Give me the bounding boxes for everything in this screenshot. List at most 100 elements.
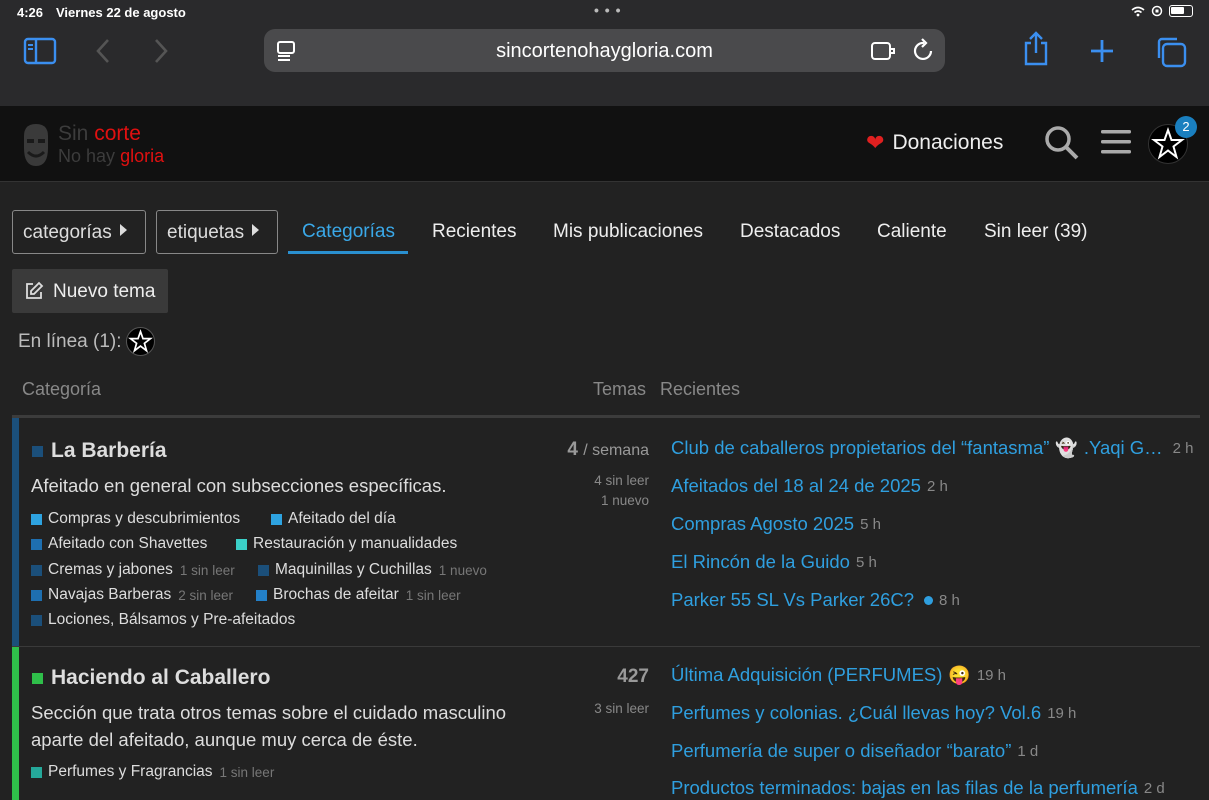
subcategory-name[interactable]: Maquinillas y Cuchillas [275, 561, 432, 579]
topic-title-suffix[interactable]: .Yaqi G… [1084, 437, 1163, 459]
category-name[interactable]: Haciendo al Caballero [51, 666, 270, 690]
recent-topic[interactable]: Afeitados del 18 al 24 de 2025 2 h [671, 475, 948, 497]
share-icon[interactable] [1022, 31, 1050, 67]
subcategory-unread[interactable]: 1 sin leer [406, 588, 461, 603]
subcategory-color [31, 564, 42, 576]
subcategory-lociones[interactable]: Lociones, Bálsamos y Pre-afeitados [31, 611, 295, 629]
tab-caliente[interactable]: Caliente [877, 221, 947, 243]
subcategory-perfumes[interactable]: Perfumes y Fragrancias 1 sin leer [31, 763, 274, 781]
categories-dropdown[interactable]: categorías [12, 210, 146, 254]
address-bar[interactable]: sincortenohaygloria.com [264, 29, 945, 72]
subcategory-restauracion[interactable]: Restauración y manualidades [236, 535, 457, 553]
logo-text-gloria: gloria [120, 146, 165, 166]
recent-topic[interactable]: Perfumes y colonias. ¿Cuál llevas hoy? V… [671, 702, 1076, 724]
category-description: Afeitado en general con subsecciones esp… [31, 475, 447, 496]
subcategory-cremas[interactable]: Cremas y jabones 1 sin leer [31, 561, 235, 579]
unread-dot-icon [924, 595, 934, 605]
tabs-overview-icon[interactable] [1155, 36, 1187, 68]
subcategory-name[interactable]: Afeitado con Shavettes [48, 535, 207, 553]
reload-icon[interactable] [912, 38, 936, 64]
column-header-topics: Temas [593, 379, 647, 399]
tags-dropdown-label: etiquetas [167, 222, 245, 243]
heart-icon: ❤ [866, 130, 885, 155]
recent-topic[interactable]: Productos terminados: bajas en las filas… [671, 777, 1165, 799]
subcategory-name[interactable]: Lociones, Bálsamos y Pre-afeitados [48, 611, 295, 629]
battery-icon [1169, 5, 1193, 17]
edit-icon [26, 281, 44, 299]
topic-title[interactable]: Compras Agosto 2025 [671, 513, 854, 535]
subcategory-color [236, 538, 247, 550]
tab-recientes[interactable]: Recientes [432, 221, 517, 243]
subcategory-name[interactable]: Restauración y manualidades [253, 535, 457, 553]
topic-age: 2 h [1172, 439, 1194, 457]
donations-link[interactable]: ❤ Donaciones [866, 130, 1003, 156]
extension-icon[interactable] [870, 40, 896, 62]
topic-title[interactable]: Productos terminados: bajas en las filas… [671, 777, 1138, 799]
caret-right-icon [119, 224, 127, 236]
subcategory-brochas[interactable]: Brochas de afeitar 1 sin leer [256, 586, 461, 604]
subcategory-name[interactable]: Compras y descubrimientos [48, 510, 240, 528]
topics-count-value: 427 [617, 666, 649, 687]
category-new-count[interactable]: 1 nuevo [601, 493, 649, 508]
site-logo[interactable]: Sin corte No hay gloria [18, 120, 178, 170]
topic-title[interactable]: Perfumes y colonias. ¿Cuál llevas hoy? V… [671, 702, 1041, 724]
forward-icon[interactable] [152, 38, 170, 64]
category-title[interactable]: Haciendo al Caballero [32, 666, 270, 690]
topic-title[interactable]: Club de caballeros propietarios del “fan… [671, 437, 1049, 459]
subcategory-afeitado-del-dia[interactable]: Afeitado del día [271, 510, 396, 528]
subcategory-name[interactable]: Afeitado del día [288, 510, 396, 528]
back-icon[interactable] [94, 38, 112, 64]
category-unread-count[interactable]: 3 sin leer [594, 701, 649, 716]
recent-topic[interactable]: Compras Agosto 2025 5 h [671, 513, 881, 535]
topic-age: 19 h [1047, 704, 1077, 722]
subcategory-new[interactable]: 1 nuevo [439, 563, 487, 578]
recent-topic[interactable]: Club de caballeros propietarios del “fan… [671, 437, 1194, 459]
new-tab-icon[interactable] [1089, 38, 1115, 64]
hamburger-menu-icon[interactable] [1100, 128, 1132, 156]
topic-age: 1 d [1017, 742, 1039, 760]
subcategory-compras[interactable]: Compras y descubrimientos [31, 510, 240, 528]
tab-mis-publicaciones[interactable]: Mis publicaciones [553, 221, 703, 243]
category-title[interactable]: La Barbería [32, 439, 167, 463]
recent-topic[interactable]: Última Adquisición (PERFUMES) 😜 19 h [671, 664, 1006, 686]
tab-destacados[interactable]: Destacados [740, 221, 840, 243]
subcategory-name[interactable]: Navajas Barberas [48, 586, 171, 604]
browser-toolbar: sincortenohaygloria.com [0, 24, 1209, 106]
categories-dropdown-label: categorías [23, 222, 112, 243]
subcategory-color [256, 589, 267, 601]
subcategory-maquinillas[interactable]: Maquinillas y Cuchillas 1 nuevo [258, 561, 487, 579]
recent-topic[interactable]: Perfumería de super o diseñador “barato”… [671, 740, 1038, 762]
topic-title[interactable]: Perfumería de super o diseñador “barato” [671, 740, 1011, 762]
topic-title[interactable]: Afeitados del 18 al 24 de 2025 [671, 475, 921, 497]
subcategory-name[interactable]: Cremas y jabones [48, 561, 173, 579]
new-topic-button[interactable]: Nuevo tema [12, 269, 168, 313]
online-user-avatar[interactable] [126, 327, 155, 356]
subcategory-shavettes[interactable]: Afeitado con Shavettes [31, 535, 207, 553]
search-icon[interactable] [1044, 125, 1080, 161]
subcategory-unread[interactable]: 1 sin leer [180, 563, 235, 578]
subcategory-unread[interactable]: 1 sin leer [220, 765, 275, 780]
url-text[interactable]: sincortenohaygloria.com [264, 40, 945, 63]
category-row-la-barberia: La Barbería Afeitado en general con subs… [12, 418, 1200, 647]
topic-title[interactable]: Última Adquisición (PERFUMES) [671, 664, 942, 686]
sidebar-toggle-icon[interactable] [23, 37, 57, 65]
donations-label: Donaciones [892, 131, 1004, 154]
subcategory-name[interactable]: Brochas de afeitar [273, 586, 399, 604]
recent-topic[interactable]: Parker 55 SL Vs Parker 26C? 8 h [671, 589, 960, 611]
category-unread-count[interactable]: 4 sin leer [594, 473, 649, 488]
topic-title[interactable]: El Rincón de la Guido [671, 551, 850, 573]
tab-sin-leer[interactable]: Sin leer (39) [984, 221, 1088, 243]
subcategory-color [31, 538, 42, 550]
subcategory-color [258, 564, 269, 576]
notification-badge[interactable]: 2 [1175, 116, 1197, 138]
topic-age: 2 d [1143, 779, 1165, 797]
tab-categorias[interactable]: Categorías [302, 221, 395, 243]
subcategory-name[interactable]: Perfumes y Fragrancias [48, 763, 213, 781]
topic-title[interactable]: Parker 55 SL Vs Parker 26C? [671, 589, 914, 611]
recent-topic[interactable]: El Rincón de la Guido 5 h [671, 551, 877, 573]
subcategory-unread[interactable]: 2 sin leer [178, 588, 233, 603]
subcategory-navajas[interactable]: Navajas Barberas 2 sin leer [31, 586, 233, 604]
multitask-dots[interactable]: • • • [594, 2, 621, 18]
tags-dropdown[interactable]: etiquetas [156, 210, 278, 254]
category-name[interactable]: La Barbería [51, 439, 167, 463]
